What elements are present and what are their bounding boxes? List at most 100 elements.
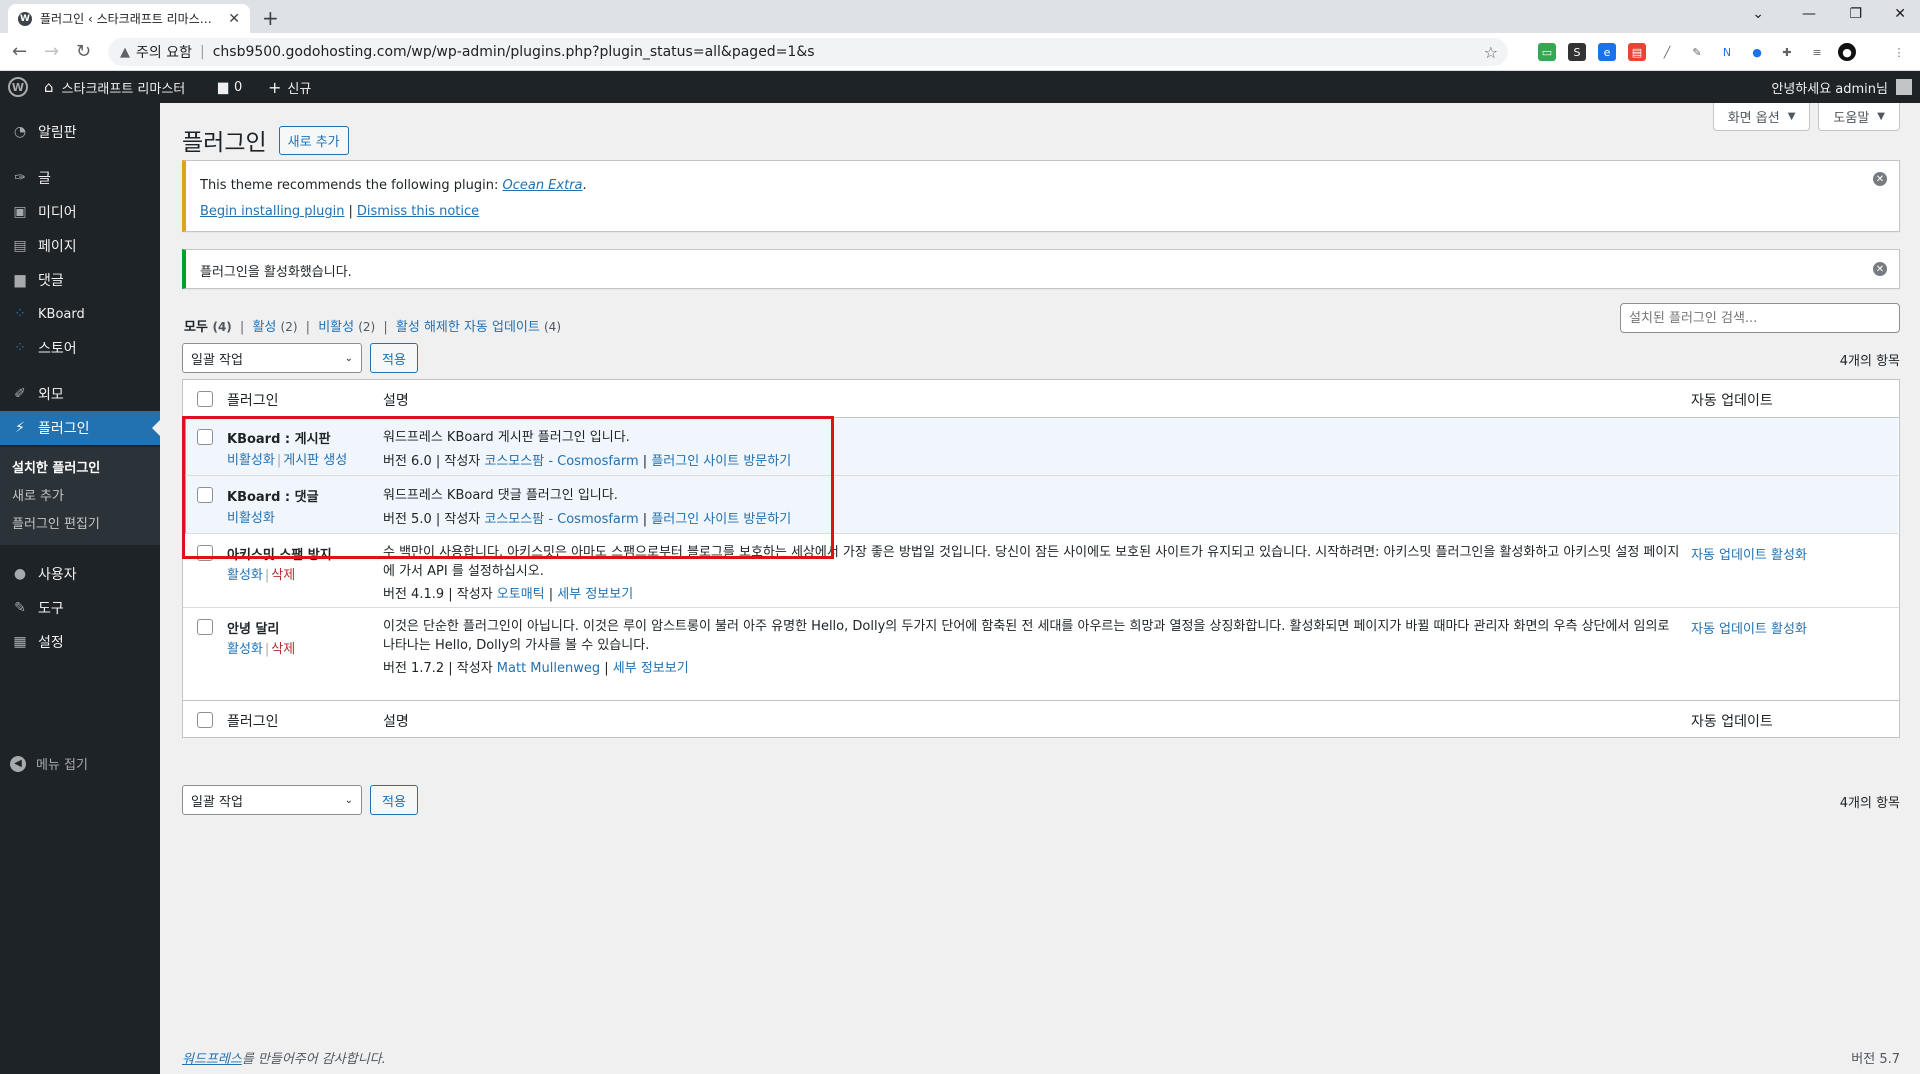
sidebar-item-kboard[interactable]: ⁘ KBoard	[0, 297, 160, 331]
wp-logo-button[interactable]: W	[8, 71, 28, 103]
plugin-site-link[interactable]: 플러그인 사이트 방문하기	[651, 454, 791, 469]
sidebar-item-appearance[interactable]: ✐ 외모	[0, 377, 160, 411]
collapse-menu-button[interactable]: ◀ 메뉴 접기	[10, 754, 88, 773]
new-tab-icon[interactable]: +	[262, 6, 279, 30]
screen-options-button[interactable]: 화면 옵션 ▼	[1712, 103, 1811, 131]
row-checkbox[interactable]	[197, 619, 213, 635]
plugin-meta: 버전 1.7.2 | 작성자 Matt Mullenweg | 세부 정보보기	[383, 657, 689, 676]
sidebar-item-pages[interactable]: ▤ 페이지	[0, 229, 160, 263]
author-link[interactable]: Matt Mullenweg	[497, 661, 600, 676]
row-checkbox[interactable]	[197, 545, 213, 561]
help-button[interactable]: 도움말 ▼	[1818, 103, 1900, 131]
extension-edge-icon[interactable]: e	[1598, 43, 1616, 61]
deactivate-link[interactable]: 비활성화	[227, 453, 275, 468]
select-all-checkbox-footer[interactable]	[197, 712, 213, 728]
notice-actions: Begin installing plugin | Dismiss this not…	[200, 204, 479, 219]
tab-close-icon[interactable]: ✕	[228, 11, 240, 27]
address-bar[interactable]: ▲ 주의 요함 | chsb9500.godohosting.com/wp/wp…	[108, 38, 1508, 66]
sidebar-item-label: 글	[38, 171, 51, 187]
sidebar-item-tools[interactable]: ✎ 도구	[0, 591, 160, 625]
account-menu[interactable]: 안녕하세요 admin님	[1771, 71, 1912, 103]
plugin-description: 워드프레스 KBoard 게시판 플러그인 입니다.	[383, 430, 630, 445]
ocean-extra-link[interactable]: Ocean Extra	[502, 178, 582, 193]
plugin-search-input[interactable]	[1620, 303, 1900, 333]
author-link[interactable]: 오토매틱	[497, 587, 545, 602]
reload-icon[interactable]: ↻	[76, 41, 91, 62]
sidebar-item-plugins[interactable]: ⚡ 플러그인	[0, 411, 160, 445]
bulk-action-select-bottom[interactable]: 일괄 작업 ⌄	[182, 785, 362, 815]
sidebar-item-store[interactable]: ⁘ 스토어	[0, 331, 160, 365]
maximize-icon[interactable]: ❐	[1849, 6, 1862, 22]
site-name-link[interactable]: ⌂ 스타크래프트 리마스터	[44, 71, 185, 103]
minimize-icon[interactable]: —	[1802, 6, 1816, 22]
sidebar-item-label: 외모	[38, 387, 64, 403]
extensions-puzzle-icon[interactable]: ✚	[1778, 43, 1796, 61]
extension-brush-icon[interactable]: ╱	[1658, 43, 1676, 61]
delete-link[interactable]: 삭제	[271, 642, 295, 657]
extension-screen-icon[interactable]: ▭	[1538, 43, 1556, 61]
submenu-plugin-editor[interactable]: 플러그인 편집기	[12, 513, 100, 532]
row-checkbox[interactable]	[197, 429, 213, 445]
extension-calendar-icon[interactable]: ▤	[1628, 43, 1646, 61]
author-link[interactable]: 코스모스팜 - Cosmosfarm	[484, 512, 638, 527]
brush-icon: ✐	[14, 386, 26, 402]
browser-menu-icon[interactable]: ⋮	[1890, 43, 1908, 61]
filter-inactive[interactable]: 비활성 (2)	[318, 320, 375, 335]
forward-icon[interactable]: →	[44, 41, 59, 62]
apply-button-top[interactable]: 적용	[370, 343, 418, 373]
sidebar-item-posts[interactable]: ✑ 글	[0, 161, 160, 195]
dismiss-notice-link[interactable]: Dismiss this notice	[357, 204, 479, 219]
create-board-link[interactable]: 게시판 생성	[283, 453, 347, 468]
extension-drop-icon[interactable]: ●	[1748, 43, 1766, 61]
window-close-icon[interactable]: ✕	[1894, 6, 1906, 22]
wordpress-link[interactable]: 워드프레스	[182, 1052, 242, 1067]
sidebar-item-dashboard[interactable]: ◔ 알림판	[0, 115, 160, 149]
footer-version: 버전 5.7	[1851, 1052, 1900, 1067]
submenu-add-new[interactable]: 새로 추가	[12, 485, 64, 504]
page-title-row: 플러그인 새로 추가	[182, 123, 349, 157]
filter-active[interactable]: 활성 (2)	[252, 320, 297, 335]
delete-link[interactable]: 삭제	[271, 568, 295, 583]
row-checkbox[interactable]	[197, 487, 213, 503]
bookmark-star-icon[interactable]: ☆	[1484, 43, 1498, 62]
begin-installing-link[interactable]: Begin installing plugin	[200, 204, 345, 219]
comments-link[interactable]: ▆ 0	[218, 71, 242, 103]
profile-avatar-icon[interactable]: ●	[1838, 43, 1856, 61]
url-text: chsb9500.godohosting.com/wp/wp-admin/plu…	[212, 44, 815, 60]
activate-link[interactable]: 활성화	[227, 642, 263, 657]
browser-tab[interactable]: W 플러그인 ‹ 스타크래프트 리마스… ✕	[8, 4, 250, 33]
plugin-site-link[interactable]: 플러그인 사이트 방문하기	[651, 512, 791, 527]
submenu-installed-plugins[interactable]: 설치한 플러그인	[12, 457, 100, 476]
success-close-icon[interactable]: ✕	[1873, 262, 1887, 276]
bulk-action-select-top[interactable]: 일괄 작업 ⌄	[182, 343, 362, 373]
enable-auto-update-link[interactable]: 자동 업데이트 활성화	[1691, 618, 1807, 637]
add-new-button[interactable]: 새로 추가	[278, 125, 349, 155]
extension-picker-icon[interactable]: ✎	[1688, 43, 1706, 61]
reading-list-icon[interactable]: ≡	[1808, 43, 1826, 61]
screen-meta-links: 화면 옵션 ▼ 도움말 ▼	[1712, 103, 1900, 131]
notice-close-icon[interactable]: ✕	[1873, 172, 1887, 186]
sidebar-item-users[interactable]: ● 사용자	[0, 557, 160, 591]
activate-link[interactable]: 활성화	[227, 568, 263, 583]
details-link[interactable]: 세부 정보보기	[557, 587, 633, 602]
items-count-bottom: 4개의 항목	[1839, 796, 1900, 811]
tab-search-icon[interactable]: ⌄	[1752, 6, 1764, 22]
back-icon[interactable]: ←	[12, 41, 27, 62]
filter-auto-disabled-count: (4)	[544, 320, 561, 334]
deactivate-link[interactable]: 비활성화	[227, 511, 275, 526]
plugin-version: 버전 1.7.2 | 작성자	[383, 661, 497, 676]
details-link[interactable]: 세부 정보보기	[613, 661, 689, 676]
extension-s-icon[interactable]: S	[1568, 43, 1586, 61]
sidebar-item-media[interactable]: ▣ 미디어	[0, 195, 160, 229]
filter-auto-update-disabled[interactable]: 활성 해제한 자동 업데이트 (4)	[396, 320, 561, 335]
sidebar-item-comments[interactable]: ▆ 댓글	[0, 263, 160, 297]
apply-button-bottom[interactable]: 적용	[370, 785, 418, 815]
extension-n-icon[interactable]: N	[1718, 43, 1736, 61]
select-all-checkbox[interactable]	[197, 391, 213, 407]
sidebar-item-settings[interactable]: ▦ 설정	[0, 625, 160, 659]
filter-all[interactable]: 모두 (4)	[184, 320, 232, 335]
author-link[interactable]: 코스모스팜 - Cosmosfarm	[484, 454, 638, 469]
security-label: 주의 요함	[136, 45, 192, 61]
new-content-link[interactable]: + 신규	[268, 71, 311, 103]
enable-auto-update-link[interactable]: 자동 업데이트 활성화	[1691, 544, 1807, 563]
